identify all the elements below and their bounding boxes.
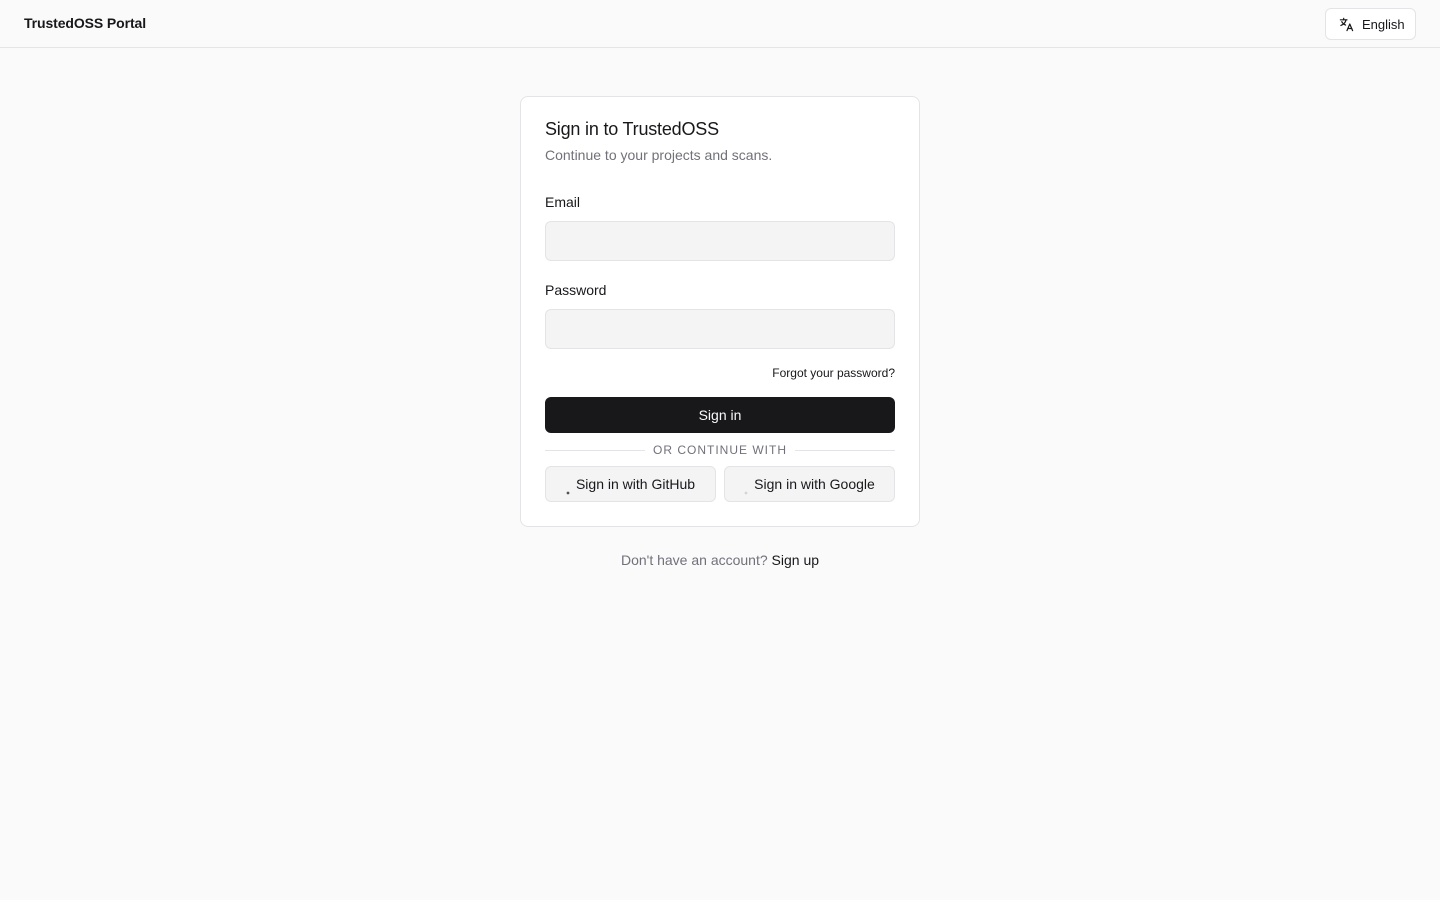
- or-divider: OR CONTINUE WITH: [545, 441, 895, 459]
- language-label: English: [1362, 16, 1405, 32]
- sign-up-link[interactable]: Sign up: [772, 552, 819, 568]
- email-label: Email: [545, 194, 581, 210]
- password-field[interactable]: [545, 309, 895, 349]
- divider-line-left: [545, 449, 645, 451]
- brand-title: TrustedOSS Portal: [24, 15, 146, 31]
- password-label: Password: [545, 282, 607, 298]
- language-selector-button[interactable]: English: [1325, 8, 1416, 40]
- github-icon: [566, 482, 570, 495]
- google-sign-in-label: Sign in with Google: [754, 476, 875, 492]
- translate-icon: [1338, 16, 1354, 32]
- top-bar: TrustedOSS Portal English: [0, 0, 1440, 48]
- sign-up-prompt-text: Don't have an account?: [620, 552, 768, 568]
- github-sign-in-label: Sign in with GitHub: [575, 476, 696, 492]
- google-icon: [744, 482, 748, 495]
- forgot-password-link[interactable]: Forgot your password?: [772, 366, 895, 380]
- github-sign-in-button[interactable]: Sign in with GitHub: [545, 466, 716, 502]
- email-field[interactable]: [545, 221, 895, 261]
- divider-line-right: [795, 449, 895, 451]
- card-title: Sign in to TrustedOSS: [545, 119, 719, 139]
- divider-text: OR CONTINUE WITH: [653, 443, 787, 457]
- card-subtitle: Continue to your projects and scans.: [545, 147, 773, 163]
- sign-in-card: Sign in to TrustedOSS Continue to your p…: [520, 96, 920, 527]
- google-sign-in-button[interactable]: Sign in with Google: [724, 466, 895, 502]
- sign-in-button[interactable]: Sign in: [545, 397, 895, 433]
- sign-up-prompt: Don't have an account? Sign up: [0, 552, 1440, 568]
